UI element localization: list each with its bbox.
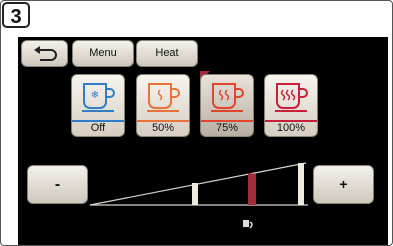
cup-hand-icon	[243, 220, 253, 229]
increase-button[interactable]: +	[313, 165, 374, 204]
heat-level-label: 75%	[201, 120, 253, 135]
back-arrow-icon	[33, 46, 57, 61]
slider-tick-50	[192, 183, 198, 205]
step-badge: 3	[2, 2, 30, 28]
heat-level-100-button[interactable]: 100%	[264, 74, 318, 137]
heat-level-75-button[interactable]: 75%	[200, 74, 254, 137]
snowflake-cup-icon: ❄	[82, 83, 115, 112]
slider-tick-100	[298, 163, 304, 205]
heat-cup-icon	[275, 83, 308, 112]
decrease-button[interactable]: -	[27, 165, 88, 204]
heat-button[interactable]: Heat	[136, 40, 198, 67]
heat-level-off-button[interactable]: ❄ Off	[71, 74, 125, 137]
slider-level-indicator	[248, 173, 256, 205]
heat-level-label: Off	[72, 120, 124, 135]
control-panel-screen: Menu Heat ❄ Off 50% 75% 100% - +	[18, 37, 388, 245]
heat-cup-icon	[147, 83, 180, 112]
heat-level-50-button[interactable]: 50%	[136, 74, 190, 137]
heat-cup-icon	[211, 83, 244, 112]
menu-button[interactable]: Menu	[72, 40, 134, 67]
heat-level-label: 100%	[265, 120, 317, 135]
heat-level-label: 50%	[137, 120, 189, 135]
svg-text:❄: ❄	[91, 90, 99, 101]
heat-level-slider[interactable]	[88, 157, 313, 207]
back-button[interactable]	[21, 40, 68, 67]
